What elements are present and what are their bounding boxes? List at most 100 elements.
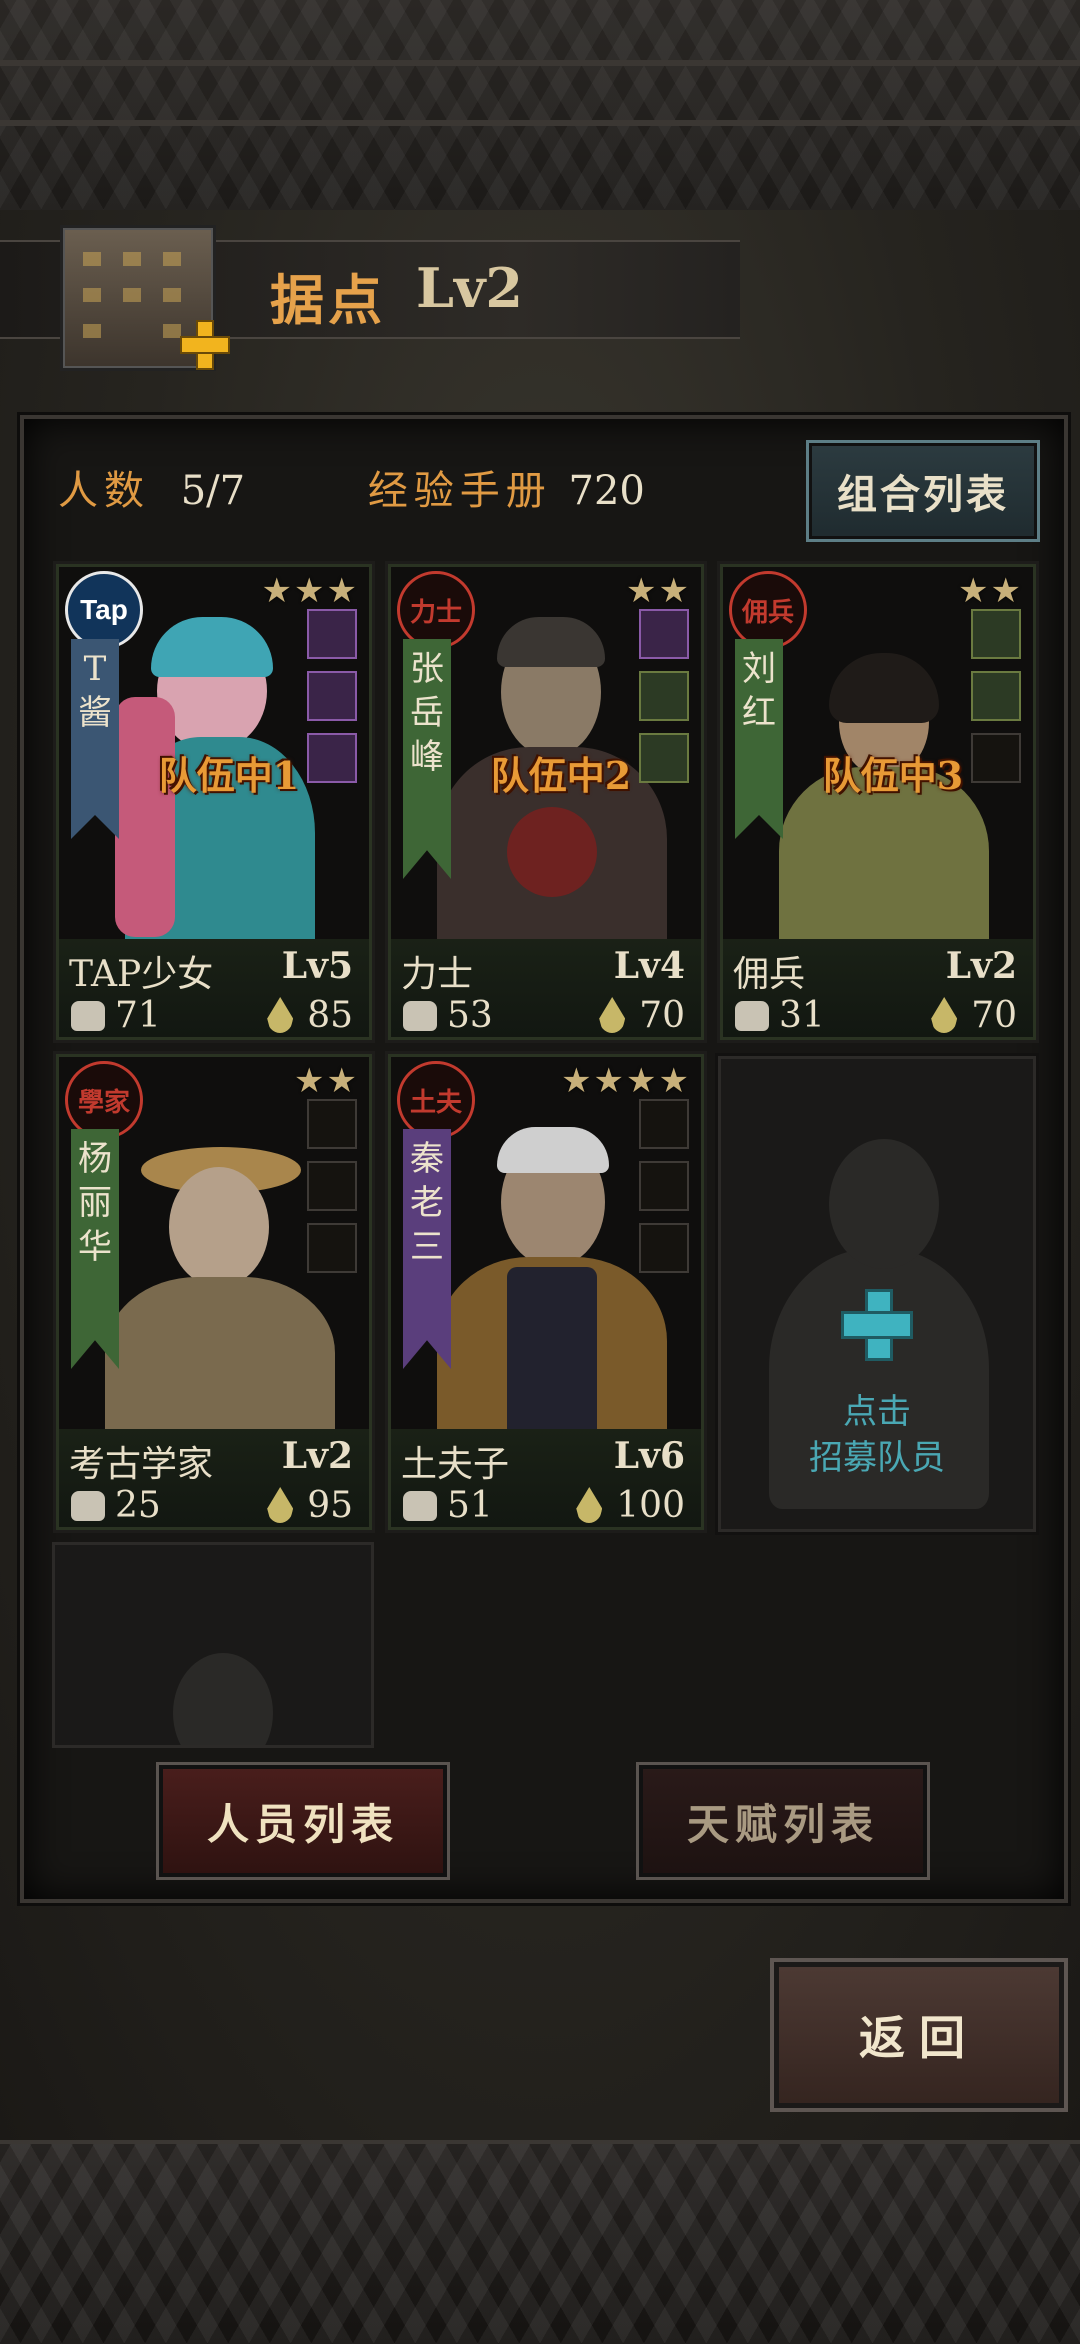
ribbon-char: T (83, 649, 107, 689)
recruit-member-slot[interactable]: 点击 招募队员 (718, 1056, 1036, 1532)
drop-icon (267, 997, 294, 1033)
member-class: 力士 (401, 954, 474, 995)
equip-slot[interactable] (639, 609, 689, 659)
strength-stat: 71 (71, 995, 161, 1036)
equip-slot[interactable] (639, 1161, 689, 1211)
equip-slot[interactable] (639, 671, 689, 721)
tab-talent-list[interactable]: 天赋列表 (636, 1762, 930, 1880)
ribbon-char: 岳 (410, 693, 444, 733)
fist-icon (735, 1001, 769, 1031)
member-card-1[interactable]: Tap ★★★ T 酱 队伍中1 TAP少女 Lv5 71 85 (56, 564, 372, 1040)
ribbon-char: 峰 (410, 737, 444, 777)
name-ribbon: 杨 丽 华 (71, 1129, 119, 1369)
silhouette (829, 1139, 939, 1269)
stamina-stat: 85 (267, 995, 353, 1036)
equip-slot[interactable] (639, 1223, 689, 1273)
equip-slot[interactable] (639, 1099, 689, 1149)
fist-icon (71, 1491, 105, 1521)
strength-stat: 53 (403, 995, 493, 1036)
in-team-status: 队伍中1 (158, 753, 300, 798)
member-class: 土夫子 (401, 1444, 510, 1485)
equipment-slots (307, 1099, 357, 1285)
team-emblem: 學家 (65, 1061, 143, 1139)
member-level: Lv2 (281, 1435, 353, 1477)
ribbon-char: 酱 (78, 693, 112, 733)
upgrade-plus-icon[interactable] (180, 320, 230, 370)
recruit-line-2: 招募队员 (809, 1438, 945, 1478)
member-level: Lv4 (613, 945, 685, 987)
name-ribbon: 秦 老 三 (403, 1129, 451, 1369)
strength-value: 53 (447, 995, 493, 1036)
member-card-5[interactable]: 土夫 ★★★★ 秦 老 三 土夫子 Lv6 51 100 (388, 1054, 704, 1530)
equipment-slots (639, 1099, 689, 1285)
stamina-value: 95 (307, 1485, 353, 1526)
member-class: TAP少女 (69, 954, 214, 995)
members-value: 5/7 (180, 468, 246, 514)
drop-icon (576, 1487, 603, 1523)
strength-stat: 31 (735, 995, 825, 1036)
equip-slot[interactable] (307, 1161, 357, 1211)
name-ribbon: 张 岳 峰 (403, 639, 451, 879)
strength-stat: 51 (403, 1485, 493, 1526)
member-card-2[interactable]: 力士 ★★ 张 岳 峰 队伍中2 力士 Lv4 53 70 (388, 564, 704, 1040)
member-class: 考古学家 (69, 1444, 214, 1485)
recruit-label: 点击 招募队员 (721, 1389, 1033, 1481)
equip-slot[interactable] (971, 609, 1021, 659)
equip-slot[interactable] (307, 671, 357, 721)
equip-slot[interactable] (307, 1099, 357, 1149)
fist-icon (403, 1001, 437, 1031)
stamina-value: 70 (639, 995, 685, 1036)
bottom-decorative-band (0, 2140, 1080, 2344)
member-class: 佣兵 (733, 954, 806, 995)
tab-staff-list[interactable]: 人员列表 (156, 1762, 450, 1880)
drop-icon (267, 1487, 294, 1523)
plus-icon (841, 1289, 913, 1361)
in-team-status: 队伍中3 (822, 753, 964, 798)
team-emblem-tap: Tap (65, 571, 143, 649)
rarity-stars: ★★ (294, 1061, 359, 1101)
ribbon-char: 华 (78, 1227, 112, 1267)
base-level: Lv2 (416, 256, 523, 320)
strength-value: 71 (115, 995, 161, 1036)
stamina-value: 100 (616, 1485, 685, 1526)
rarity-stars: ★★★ (261, 571, 359, 611)
rarity-stars: ★★ (958, 571, 1023, 611)
drop-icon (931, 997, 958, 1033)
exp-manual-label: 经验手册 (367, 468, 552, 514)
silhouette (173, 1653, 273, 1745)
ribbon-char: 三 (410, 1227, 444, 1267)
stamina-value: 70 (971, 995, 1017, 1036)
strength-value: 25 (115, 1485, 161, 1526)
ribbon-char: 刘 (742, 649, 776, 689)
ribbon-char: 老 (410, 1183, 444, 1223)
members-label: 人数 (58, 468, 150, 514)
fist-icon (403, 1491, 437, 1521)
base-title: 据点 (270, 268, 386, 332)
drop-icon (599, 997, 626, 1033)
member-level: Lv5 (281, 945, 353, 987)
team-emblem: 力士 (397, 571, 475, 649)
stamina-stat: 95 (267, 1485, 353, 1526)
stamina-stat: 70 (931, 995, 1017, 1036)
equip-slot[interactable] (307, 609, 357, 659)
strength-stat: 25 (71, 1485, 161, 1526)
in-team-status: 队伍中2 (490, 753, 632, 798)
member-card-4[interactable]: 學家 ★★ 杨 丽 华 考古学家 Lv2 25 95 (56, 1054, 372, 1530)
strength-value: 51 (447, 1485, 493, 1526)
top-decorative-band (0, 0, 1080, 213)
member-level: Lv2 (945, 945, 1017, 987)
exp-manual-value: 720 (568, 468, 645, 514)
name-ribbon: 刘 红 (735, 639, 783, 839)
team-emblem: 土夫 (397, 1061, 475, 1139)
equip-slot[interactable] (307, 1223, 357, 1273)
combo-list-button[interactable]: 组合列表 (806, 440, 1040, 542)
locked-member-slot[interactable] (52, 1542, 374, 1748)
ribbon-char: 张 (410, 649, 444, 689)
equip-slot[interactable] (971, 671, 1021, 721)
ribbon-char: 红 (742, 693, 776, 733)
ribbon-char: 杨 (78, 1139, 112, 1179)
stamina-stat: 70 (599, 995, 685, 1036)
member-card-3[interactable]: 佣兵 ★★ 刘 红 队伍中3 佣兵 Lv2 31 70 (720, 564, 1036, 1040)
stamina-stat: 100 (576, 1485, 685, 1526)
back-button[interactable]: 返回 (770, 1958, 1068, 2112)
